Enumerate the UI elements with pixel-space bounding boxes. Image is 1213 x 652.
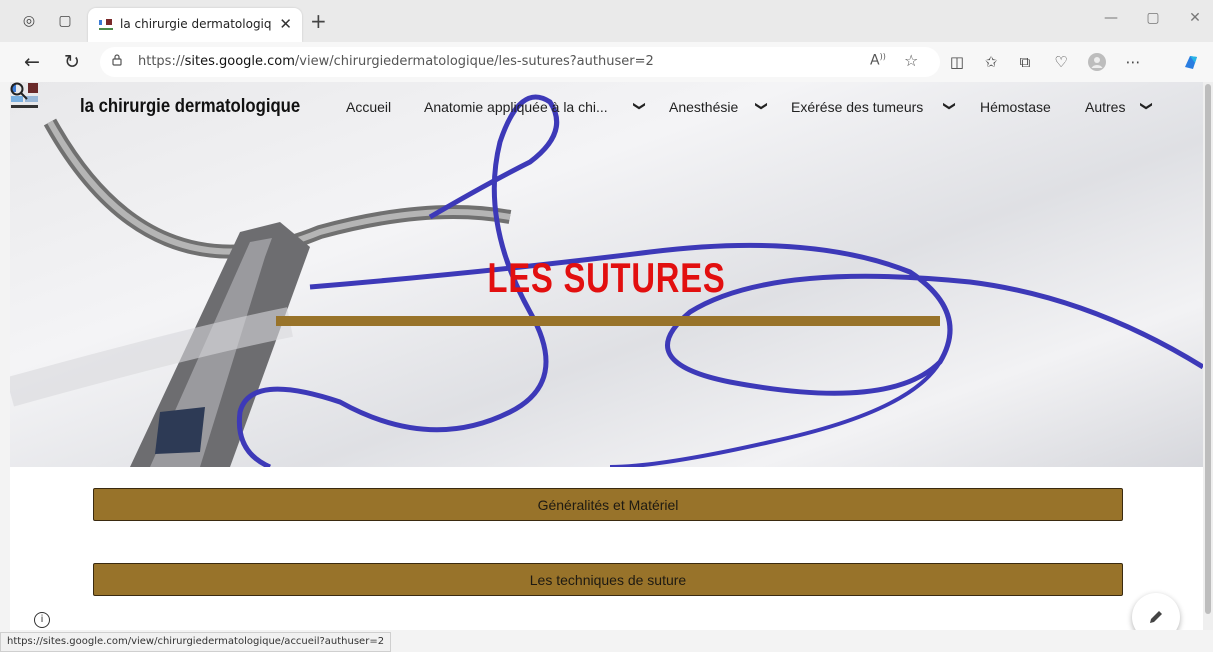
browser-toolbar: ← ↻ https://sites.google.com/view/chirur… bbox=[0, 42, 1213, 82]
site-title[interactable]: la chirurgie dermatologique bbox=[80, 96, 300, 118]
new-tab-button[interactable]: + bbox=[310, 9, 327, 33]
workspaces-icon[interactable]: ◎ bbox=[20, 12, 38, 30]
nav-autres[interactable]: Autres bbox=[1085, 99, 1125, 115]
section-generalites-button[interactable]: Généralités et Matériel bbox=[93, 488, 1123, 521]
lock-icon bbox=[112, 54, 122, 66]
split-screen-icon[interactable]: ◫ bbox=[946, 53, 968, 71]
nav-hemostase[interactable]: Hémostase bbox=[980, 99, 1051, 115]
chevron-down-icon[interactable]: ❯ bbox=[1140, 101, 1154, 111]
close-window-icon[interactable]: ✕ bbox=[1180, 10, 1210, 26]
read-aloud-icon[interactable]: A)) bbox=[870, 52, 886, 69]
favorite-star-icon[interactable]: ☆ bbox=[904, 51, 918, 70]
collections-icon[interactable]: ⧉ bbox=[1014, 53, 1036, 71]
pencil-icon bbox=[1150, 611, 1162, 623]
title-underline bbox=[276, 316, 940, 326]
site-header: la chirurgie dermatologique Accueil Anat… bbox=[10, 82, 1203, 138]
refresh-icon[interactable]: ↻ bbox=[60, 51, 84, 73]
info-icon[interactable]: i bbox=[34, 612, 50, 628]
more-menu-icon[interactable]: ⋯ bbox=[1122, 53, 1144, 71]
page-viewport: la chirurgie dermatologique Accueil Anat… bbox=[10, 82, 1203, 630]
url-text: https://sites.google.com/view/chirurgied… bbox=[138, 54, 654, 69]
nav-anesthesie[interactable]: Anesthésie bbox=[669, 99, 738, 115]
nav-anatomie[interactable]: Anatomie appliquée à la chi... bbox=[424, 99, 608, 115]
browser-essentials-icon[interactable]: ♡ bbox=[1050, 53, 1072, 71]
scrollbar-thumb[interactable] bbox=[1205, 84, 1211, 614]
chevron-down-icon[interactable]: ❯ bbox=[755, 101, 769, 111]
edit-button[interactable] bbox=[1132, 593, 1180, 630]
hero-banner: la chirurgie dermatologique Accueil Anat… bbox=[10, 82, 1203, 467]
back-arrow-icon[interactable]: ← bbox=[20, 51, 44, 73]
chevron-down-icon[interactable]: ❯ bbox=[633, 101, 647, 111]
tab-actions-icon[interactable]: ▢ bbox=[56, 12, 74, 30]
copilot-icon[interactable] bbox=[1180, 53, 1202, 77]
minimize-icon[interactable]: — bbox=[1096, 10, 1126, 26]
section-techniques-button[interactable]: Les techniques de suture bbox=[93, 563, 1123, 596]
site-favicon-icon bbox=[99, 19, 113, 30]
search-icon[interactable] bbox=[10, 82, 28, 100]
address-bar[interactable]: https://sites.google.com/view/chirurgied… bbox=[100, 47, 940, 77]
browser-tab-bar: ◎ ▢ la chirurgie dermatologique - Les ✕ … bbox=[0, 0, 1213, 42]
tab-title: la chirurgie dermatologique - Les bbox=[120, 17, 272, 31]
nav-accueil[interactable]: Accueil bbox=[346, 99, 391, 115]
maximize-icon[interactable]: ▢ bbox=[1138, 10, 1168, 26]
favorites-icon[interactable]: ✩ bbox=[980, 53, 1002, 71]
status-bar-url: https://sites.google.com/view/chirurgied… bbox=[0, 632, 392, 652]
page-scrollbar[interactable] bbox=[1203, 82, 1213, 630]
profile-avatar-icon[interactable] bbox=[1086, 53, 1108, 75]
nav-exerese-des-tumeurs[interactable]: Exérése des tumeurs bbox=[791, 99, 923, 115]
close-tab-icon[interactable]: ✕ bbox=[279, 15, 292, 33]
page-title: LES SUTURES bbox=[487, 254, 726, 301]
browser-tab-active[interactable]: la chirurgie dermatologique - Les ✕ bbox=[88, 8, 302, 42]
chevron-down-icon[interactable]: ❯ bbox=[943, 101, 957, 111]
